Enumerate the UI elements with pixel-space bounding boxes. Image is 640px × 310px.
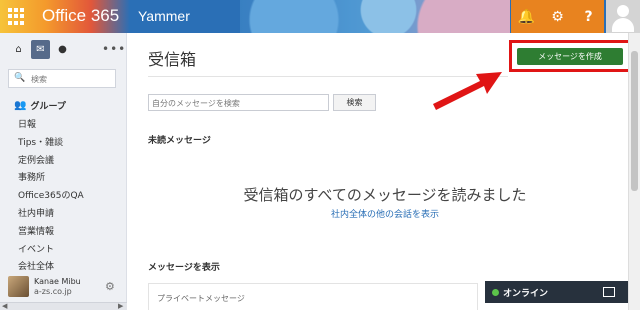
title-divider	[148, 76, 508, 77]
sidebar-item-group[interactable]: 事務所	[18, 170, 84, 188]
sidebar-item-group[interactable]: イベント	[18, 242, 84, 260]
groups-header-label: グループ	[30, 102, 66, 112]
message-search-input[interactable]: 自分のメッセージを検索	[148, 94, 329, 111]
sidebar-item-group[interactable]: Tips・雑談	[18, 135, 84, 153]
settings-button[interactable]: ⚙	[542, 0, 573, 33]
scrollbar-thumb[interactable]	[631, 51, 638, 191]
sidebar-search-input[interactable]: 🔍 検索	[8, 69, 116, 88]
notifications-button[interactable]: 🔔	[511, 0, 542, 33]
compose-highlight-box: メッセージを作成	[509, 40, 631, 72]
page-vertical-scrollbar[interactable]	[628, 33, 640, 310]
search-icon: 🔍	[14, 73, 26, 83]
page-title: 受信箱	[148, 50, 197, 69]
more-icon[interactable]: •••	[102, 42, 126, 56]
sidebar-item-group[interactable]: Office365のQA	[18, 188, 84, 206]
sidebar-item-group[interactable]: 営業情報	[18, 224, 84, 242]
unread-header: 未読メッセージ	[148, 136, 211, 146]
sidebar-item-group[interactable]: 定例会議	[18, 153, 84, 171]
avatar	[8, 276, 29, 297]
app-launcher-icon[interactable]	[8, 8, 25, 25]
show-messages-header: メッセージを表示	[148, 263, 220, 273]
nav-icons: ⌂ ✉ ●	[9, 40, 72, 59]
scroll-left-icon[interactable]: ◀	[2, 302, 7, 310]
account-avatar[interactable]	[606, 0, 640, 33]
sidebar-item-group[interactable]: 社内申請	[18, 206, 84, 224]
help-button[interactable]: ?	[573, 0, 604, 33]
search-button[interactable]: 検索	[333, 94, 376, 111]
sidebar-horizontal-scrollbar[interactable]: ◀ ▶	[0, 302, 127, 310]
company-conversations-link[interactable]: 社内全体の他の会話を表示	[128, 207, 640, 220]
bell-icon[interactable]: ●	[53, 40, 72, 59]
private-messages-filter[interactable]: プライベートメッセージ	[148, 283, 478, 310]
profile-card[interactable]: Kanae Mibu a-zs.co.jp ⚙	[0, 272, 127, 302]
message-search-placeholder: 自分のメッセージを検索	[152, 99, 240, 108]
header-decoration	[240, 0, 510, 33]
top-bar: Office 365 Yammer 🔔 ⚙ ?	[0, 0, 640, 33]
main-content: 受信箱 メッセージを作成 自分のメッセージを検索 検索 未読メッセージ 受信箱の…	[128, 33, 631, 310]
mail-icon[interactable]: ✉	[31, 40, 50, 59]
home-icon[interactable]: ⌂	[9, 40, 28, 59]
online-status-dot	[492, 289, 499, 296]
suite-title[interactable]: Office 365	[42, 6, 119, 26]
online-status-label: オンライン	[503, 289, 549, 299]
sidebar-item-group[interactable]: 日報	[18, 117, 84, 135]
private-messages-label: プライベートメッセージ	[157, 294, 245, 303]
group-list: 日報 Tips・雑談 定例会議 事務所 Office365のQA 社内申請 営業…	[18, 117, 84, 277]
help-icon: ?	[584, 8, 593, 25]
sidebar: ⌂ ✉ ● ••• 🔍 検索 👥 グループ 日報 Tips・雑談 定例会議 事務…	[0, 33, 127, 310]
profile-org: a-zs.co.jp	[34, 287, 72, 296]
app-title[interactable]: Yammer	[138, 8, 190, 24]
profile-gear-icon[interactable]: ⚙	[105, 280, 115, 293]
empty-inbox-message: 受信箱のすべてのメッセージを読みました	[243, 186, 527, 204]
profile-name: Kanae Mibu	[34, 277, 81, 286]
people-icon: 👥	[14, 100, 27, 111]
sidebar-search-placeholder: 検索	[31, 75, 47, 84]
online-chat-bar[interactable]: オンライン	[485, 281, 628, 303]
expand-chat-icon[interactable]	[603, 287, 615, 297]
bell-icon: 🔔	[517, 8, 536, 25]
groups-header[interactable]: 👥 グループ	[14, 99, 66, 112]
gear-icon: ⚙	[551, 8, 564, 25]
compose-message-button[interactable]: メッセージを作成	[517, 48, 623, 65]
scroll-right-icon[interactable]: ▶	[118, 302, 123, 310]
